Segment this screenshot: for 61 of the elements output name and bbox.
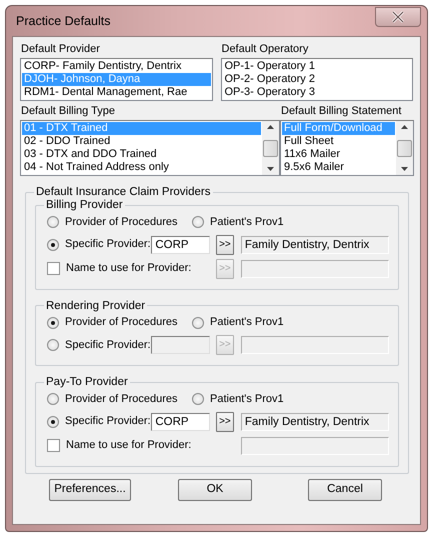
checkbox[interactable]	[47, 439, 60, 452]
list-item[interactable]: RDM1- Dental Management, Rae	[22, 86, 210, 100]
browse-button[interactable]: >>	[216, 234, 234, 255]
scroll-up-icon[interactable]	[401, 125, 408, 130]
name-field[interactable]	[240, 436, 389, 455]
radio-button[interactable]	[47, 339, 59, 352]
list-label: Default Billing Type	[21, 105, 116, 118]
list-item[interactable]: 04 - Not Trained Address only	[22, 161, 261, 174]
list-item[interactable]: Full Sheet	[282, 135, 395, 148]
radio-button[interactable]	[47, 316, 59, 329]
option-label: Provider of Procedures	[65, 316, 178, 330]
scrollbar-thumb[interactable]	[263, 140, 278, 157]
group-title: Rendering Provider	[45, 300, 146, 312]
group-title: Pay-To Provider	[45, 376, 129, 389]
checkbox-label: Name to use for Provider:	[66, 439, 192, 453]
scroll-down-icon[interactable]	[267, 167, 274, 172]
option-label: Patient's Prov1	[210, 392, 284, 406]
checkbox[interactable]	[47, 262, 60, 276]
list-label: Default Billing Statement	[281, 105, 402, 118]
option-label: Provider of Procedures	[65, 216, 178, 229]
radio-button[interactable]	[192, 216, 204, 228]
provider-name-field: Family Dentistry, Dentrix	[240, 236, 389, 254]
provider-code-field[interactable]: CORP	[151, 412, 210, 431]
list-item[interactable]: 02 - DDO Trained	[22, 135, 261, 148]
radio-button[interactable]	[192, 316, 204, 329]
option-label: Patient's Prov1	[210, 216, 284, 229]
list-item[interactable]: 9.5x6 Mailer	[282, 161, 395, 174]
provider-name-field: Family Dentistry, Dentrix	[240, 412, 389, 431]
radio-button[interactable]	[47, 238, 59, 251]
list-item[interactable]: CORP- Family Dentistry, Dentrix	[22, 60, 210, 74]
list-item[interactable]: 03 - DTX and DDO Trained	[22, 148, 261, 162]
list-item[interactable]: 11x6 Mailer	[282, 148, 395, 162]
option-label: Specific Provider:	[65, 338, 151, 352]
list-label: Default Provider	[21, 43, 101, 56]
list-label: Default Operatory	[222, 43, 310, 56]
close-button[interactable]	[375, 7, 421, 27]
option-label: Provider of Procedures	[65, 392, 178, 406]
radio-button[interactable]	[192, 393, 204, 406]
close-icon	[391, 11, 405, 23]
browse-button[interactable]: >>	[216, 412, 234, 432]
list-item[interactable]: OP-1- Operatory 1	[222, 60, 411, 74]
dialog-button[interactable]: Preferences...	[49, 478, 131, 501]
list-item[interactable]: OP-2- Operatory 2	[222, 73, 411, 86]
checkbox-label: Name to use for Provider:	[66, 262, 192, 276]
radio-button[interactable]	[47, 216, 59, 228]
radio-button[interactable]	[47, 416, 59, 428]
dialog-button[interactable]: OK	[178, 478, 252, 501]
option-label: Specific Provider:	[65, 238, 151, 252]
window-title: Practice Defaults	[15, 14, 110, 28]
group-title: Billing Provider	[45, 199, 124, 212]
option-label: Patient's Prov1	[210, 316, 284, 330]
provider-code-field[interactable]: CORP	[151, 236, 210, 254]
group-title: Default Insurance Claim Providers	[35, 186, 212, 200]
name-field[interactable]	[240, 260, 389, 278]
scroll-up-icon[interactable]	[267, 125, 274, 130]
scroll-down-icon[interactable]	[401, 167, 408, 172]
option-label: Specific Provider:	[65, 415, 151, 429]
dialog-button[interactable]: Cancel	[308, 478, 382, 501]
radio-button[interactable]	[47, 393, 59, 406]
scrollbar-thumb[interactable]	[397, 140, 412, 157]
list-item[interactable]: OP-3- Operatory 3	[222, 86, 411, 100]
